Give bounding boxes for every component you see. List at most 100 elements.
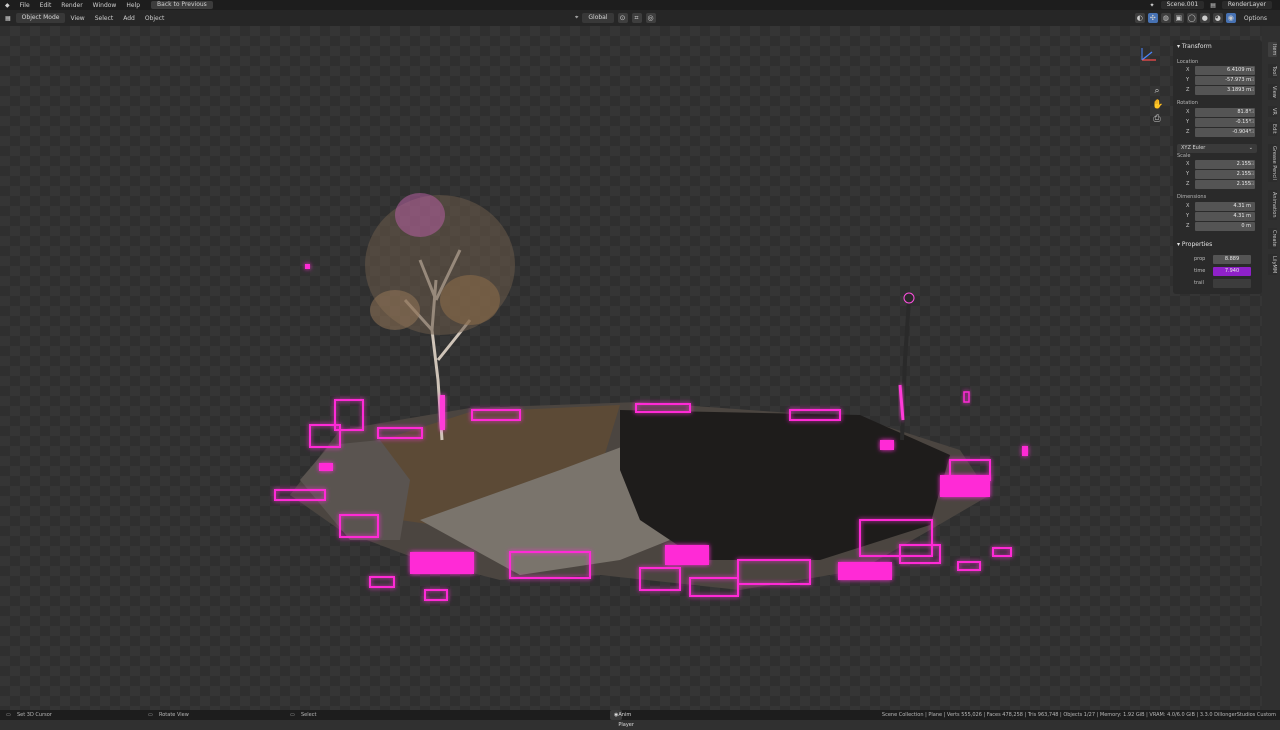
lock-icon[interactable]: ⊡ <box>1250 87 1254 93</box>
scale-y-row[interactable]: Y 2.155 <box>1177 170 1256 179</box>
menu-file[interactable]: File <box>15 2 35 9</box>
editor-type-icon[interactable]: ▦ <box>0 15 16 22</box>
dimensions-y-row[interactable]: Y 4.31 m <box>1177 212 1256 221</box>
menu-help[interactable]: Help <box>121 2 145 9</box>
pivot-icon[interactable]: ⊙ <box>617 13 628 23</box>
sidebar-panel: ▾ Transform Location X 6.4109 m Y -57.973 … <box>1173 40 1262 294</box>
trail-field[interactable] <box>1213 279 1251 288</box>
tab-item[interactable]: Item <box>1268 42 1277 58</box>
tab-create[interactable]: Create <box>1268 228 1277 249</box>
prop-label: prop <box>1194 256 1206 262</box>
menu-object[interactable]: Object <box>140 15 170 22</box>
scene-render <box>274 48 1156 601</box>
shading-wireframe-icon[interactable]: ◯ <box>1186 13 1197 23</box>
rotation-y-field[interactable]: -0.15° <box>1195 118 1255 127</box>
menu-window[interactable]: Window <box>88 2 122 9</box>
scale-z-field[interactable]: 2.155 <box>1195 180 1255 189</box>
dimensions-y-field[interactable]: 4.31 m <box>1195 212 1255 221</box>
status-middle-action: Rotate View <box>159 712 189 718</box>
location-z-field[interactable]: 3.1893 m <box>1195 86 1255 95</box>
options-dropdown[interactable]: Options <box>1239 15 1272 22</box>
lock-icon[interactable]: ⊡ <box>1250 161 1254 167</box>
tab-view[interactable]: View <box>1268 84 1277 100</box>
overlay-icon[interactable]: ◍ <box>1160 13 1171 23</box>
lock-icon[interactable]: ⊡ <box>1250 77 1254 83</box>
gizmo-toggle-icon[interactable]: ✣ <box>1147 13 1158 23</box>
prop-row[interactable]: prop 8.889 <box>1191 255 1253 264</box>
orientation-dropdown[interactable]: Global <box>582 13 614 23</box>
zoom-icon[interactable]: ⌕ <box>1152 86 1162 96</box>
tab-vr[interactable]: VR <box>1268 106 1277 117</box>
dimensions-z-row[interactable]: Z 0 m <box>1177 222 1256 231</box>
shading-rendered-icon[interactable]: ◉ <box>1225 13 1236 23</box>
pan-hand-icon[interactable]: ✋ <box>1152 100 1163 110</box>
time-field[interactable]: 7.940 <box>1213 267 1251 276</box>
scene-icon: ✦ <box>1149 1 1155 9</box>
location-z-row[interactable]: Z 3.1893 m <box>1177 86 1256 95</box>
scale-x-row[interactable]: X 2.155 <box>1177 160 1256 169</box>
rotation-z-row[interactable]: Z -0.904° <box>1177 128 1256 137</box>
rotation-z-field[interactable]: -0.904° <box>1195 128 1255 137</box>
time-row[interactable]: time 7.940 <box>1191 267 1253 276</box>
lock-icon[interactable]: ⊡ <box>1250 119 1254 125</box>
status-select-action: Select <box>301 712 317 718</box>
tab-lilymm[interactable]: LilyMM <box>1268 254 1277 276</box>
rotation-y-row[interactable]: Y -0.15° <box>1177 118 1256 127</box>
snap-icon[interactable]: ⌗ <box>631 13 642 23</box>
mouse-left-icon: ▭ <box>6 712 11 718</box>
menu-render[interactable]: Render <box>56 2 87 9</box>
proportional-edit-icon[interactable]: ◎ <box>645 13 656 23</box>
location-y-field[interactable]: -57.973 m <box>1195 76 1255 85</box>
visibility-icon[interactable]: ◐ <box>1134 13 1145 23</box>
menu-select[interactable]: Select <box>90 15 119 22</box>
shading-solid-icon[interactable]: ● <box>1199 13 1210 23</box>
viewport-header: ▦ Object Mode View Select Add Object ⌖ G… <box>0 10 1280 26</box>
dimensions-x-field[interactable]: 4.31 m <box>1195 202 1255 211</box>
dimensions-label: Dimensions <box>1177 194 1207 200</box>
dimensions-x-row[interactable]: X 4.31 m <box>1177 202 1256 211</box>
rotation-x-field[interactable]: 81.8° <box>1195 108 1255 117</box>
camera-icon[interactable]: ⎙ <box>1152 114 1162 124</box>
scale-x-field[interactable]: 2.155 <box>1195 160 1255 169</box>
tab-animation[interactable]: Animation <box>1268 190 1277 220</box>
tab-edit[interactable]: Edit <box>1268 122 1277 136</box>
sidebar-tabs: Item Tool View VR Edit Grease Pencil Ani… <box>1266 40 1280 340</box>
trail-row[interactable]: trail <box>1191 279 1253 288</box>
scale-z-row[interactable]: Z 2.155 <box>1177 180 1256 189</box>
rotation-mode-dropdown[interactable]: XYZ Euler ⌄ <box>1177 144 1257 153</box>
location-x-field[interactable]: 6.4109 m <box>1195 66 1255 75</box>
view-layer-selector[interactable]: RenderLayer <box>1221 1 1272 9</box>
blender-logo-icon[interactable]: ◆ <box>0 2 15 9</box>
axis-x-label: X <box>1186 67 1190 73</box>
menu-edit[interactable]: Edit <box>35 2 57 9</box>
axis-y-label: Y <box>1186 77 1190 83</box>
menu-add[interactable]: Add <box>118 15 140 22</box>
axis-y-label: Y <box>1186 213 1190 219</box>
scene-selector[interactable]: Scene.001 <box>1160 1 1205 9</box>
anim-player-badge[interactable]: ◉ Anim Player <box>610 710 634 728</box>
prop-field[interactable]: 8.889 <box>1213 255 1251 264</box>
transform-header[interactable]: ▾ Transform <box>1177 43 1212 50</box>
rotation-x-row[interactable]: X 81.8° <box>1177 108 1256 117</box>
menu-view[interactable]: View <box>65 15 89 22</box>
navigation-gizmos: ⌕ ✋ ⎙ <box>1152 86 1163 124</box>
xray-icon[interactable]: ▣ <box>1173 13 1184 23</box>
scale-y-field[interactable]: 2.155 <box>1195 170 1255 179</box>
lock-icon[interactable]: ⊡ <box>1250 171 1254 177</box>
status-bar: ▭ Set 3D Cursor ▭ Rotate View ▭ Select ◉… <box>0 710 1280 728</box>
properties-header[interactable]: ▾ Properties <box>1177 241 1212 248</box>
location-y-row[interactable]: Y -57.973 m <box>1177 76 1256 85</box>
view-layer-icon: ▤ <box>1210 1 1216 9</box>
lock-icon[interactable]: ⊡ <box>1250 67 1254 73</box>
mode-dropdown[interactable]: Object Mode <box>15 13 66 23</box>
tab-grease-pencil[interactable]: Grease Pencil <box>1268 144 1277 182</box>
dimensions-z-field[interactable]: 0 m <box>1195 222 1255 231</box>
back-to-previous-button[interactable]: Back to Previous <box>151 1 213 9</box>
lock-icon[interactable]: ⊡ <box>1250 109 1254 115</box>
rotation-label: Rotation <box>1177 100 1198 106</box>
location-x-row[interactable]: X 6.4109 m <box>1177 66 1256 75</box>
lock-icon[interactable]: ⊡ <box>1250 181 1254 187</box>
lock-icon[interactable]: ⊡ <box>1250 129 1254 135</box>
tab-tool[interactable]: Tool <box>1268 64 1277 78</box>
shading-material-icon[interactable]: ◕ <box>1212 13 1223 23</box>
